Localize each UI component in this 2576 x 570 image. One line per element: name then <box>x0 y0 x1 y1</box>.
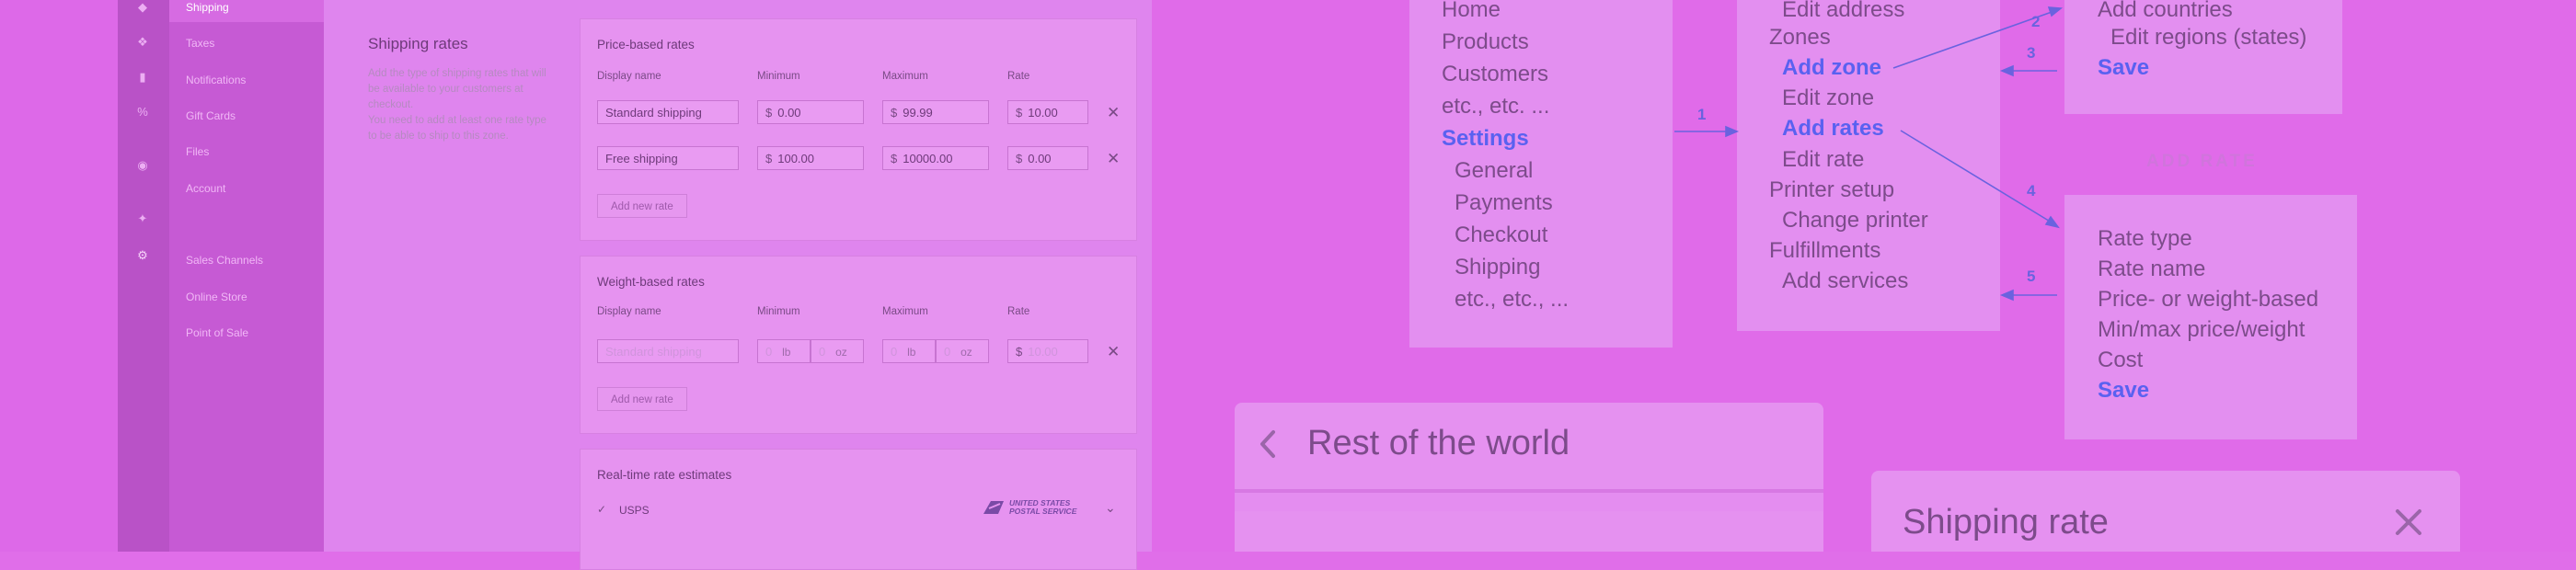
step-1-label: 1 <box>1697 106 1707 123</box>
step-2-label: 2 <box>2031 13 2041 30</box>
chevron-left-icon[interactable] <box>1259 429 1277 459</box>
header-band <box>1235 493 1823 511</box>
step-3-label: 3 <box>2027 44 2036 62</box>
step-5-label: 5 <box>2027 268 2036 285</box>
step-4-label: 4 <box>2027 182 2036 200</box>
rest-of-world-body <box>1235 511 1823 552</box>
shipping-rate-title: Shipping rate <box>1903 503 2109 542</box>
rest-of-world-title: Rest of the world <box>1307 424 1570 462</box>
close-icon[interactable] <box>2394 507 2423 537</box>
